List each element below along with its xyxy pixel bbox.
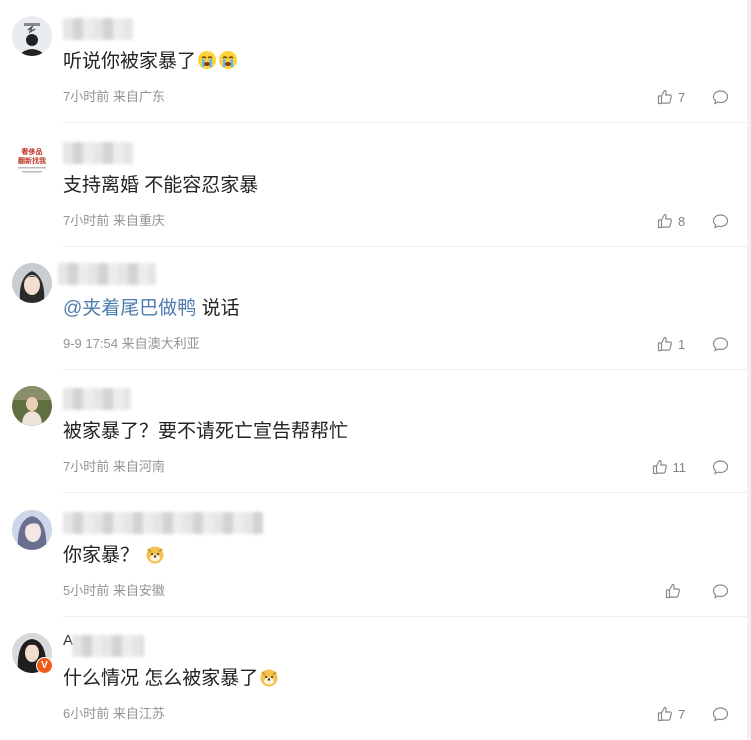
comment-bubble-icon (712, 336, 729, 352)
comment-text: 听说你被家暴了 (63, 49, 238, 75)
comment-actions: 7 (657, 704, 729, 724)
redacted-username (63, 18, 133, 40)
like-button[interactable]: 1 (657, 336, 686, 352)
comment-bubble-icon (712, 583, 729, 599)
redacted-username (63, 142, 133, 164)
redacted-username (58, 263, 156, 285)
like-button[interactable]: 7 (657, 706, 686, 722)
thumbs-up-icon (657, 89, 672, 105)
crying-face-icon (198, 51, 217, 69)
comment-actions: 7 (657, 87, 729, 107)
comment-actions: 11 (652, 457, 730, 477)
comment-bubble-icon (712, 213, 729, 229)
comment-meta: 9-9 17:54 来自澳大利亚 (63, 335, 200, 353)
comment-item: 听说你被家暴了 7小时前 来自广东 7 (0, 0, 747, 123)
comment-actions: 8 (657, 211, 729, 231)
like-button[interactable] (665, 583, 694, 599)
comment-meta: 7小时前 来自广东 (63, 88, 165, 106)
comment-time: 6小时前 (63, 706, 110, 721)
scrollbar[interactable] (747, 0, 751, 739)
comment-body: 支持离婚 不能容忍家暴 (63, 175, 259, 196)
comment-location: 来自江苏 (112, 706, 165, 721)
divider (63, 492, 747, 493)
like-button[interactable]: 8 (657, 213, 686, 229)
like-button[interactable]: 11 (652, 459, 687, 475)
comment-body: 听说你被家暴了 (63, 51, 197, 72)
comment-time: 9-9 17:54 (63, 336, 118, 351)
comment-item: A 什么情况 怎么被家暴了 6小时前 来自江苏 7 (0, 617, 747, 740)
comment-text: @夹着尾巴做鸭 说话 (63, 296, 240, 322)
comment-actions: 1 (657, 334, 729, 354)
like-count: 7 (678, 89, 686, 105)
comment-text: 被家暴了？要不请死亡宣告帮帮忙 (63, 419, 348, 445)
comment-body: 被家暴了？要不请死亡宣告帮帮忙 (63, 421, 349, 442)
divider (63, 122, 747, 123)
comment-item: 奢侈品 翻新找我 支持离婚 不能容忍家暴 7小时前 来自重庆 8 (0, 124, 747, 247)
comment-location: 来自澳大利亚 (121, 336, 200, 351)
comment-meta: 7小时前 来自河南 (63, 458, 165, 476)
reply-button[interactable] (712, 583, 729, 600)
doge-icon (146, 546, 164, 564)
like-count: 7 (678, 706, 686, 722)
comment-bubble-icon (712, 459, 729, 475)
comment-body: 说话 (201, 298, 240, 319)
reply-button[interactable] (712, 89, 729, 106)
comment-time: 5小时前 (63, 583, 110, 598)
comment-meta: 6小时前 来自江苏 (63, 705, 165, 723)
comment-item: 被家暴了？要不请死亡宣告帮帮忙 7小时前 来自河南 11 (0, 370, 747, 493)
thumbs-up-icon (657, 336, 672, 352)
like-button[interactable]: 7 (657, 89, 686, 105)
like-count: 8 (678, 213, 686, 229)
comment-item: @夹着尾巴做鸭 说话 9-9 17:54 来自澳大利亚 1 (0, 247, 747, 370)
comment-location: 来自重庆 (112, 213, 165, 228)
comment-time: 7小时前 (63, 459, 110, 474)
thumbs-up-icon (665, 583, 680, 599)
comment-item: 你家暴？ 5小时前 来自安徽 (0, 494, 747, 617)
comment-meta: 7小时前 来自重庆 (63, 212, 165, 230)
comment-meta: 5小时前 来自安徽 (63, 582, 165, 600)
like-count: 1 (678, 336, 686, 352)
thumbs-up-icon (652, 459, 667, 475)
reply-button[interactable] (712, 213, 729, 230)
redacted-username (72, 635, 144, 657)
avatar-logo-text-line1: 奢侈品 (21, 147, 43, 156)
avatar[interactable] (12, 510, 52, 550)
verified-badge: V (36, 657, 53, 674)
reply-button[interactable] (712, 336, 729, 353)
thumbs-up-icon (657, 706, 672, 722)
reply-button[interactable] (712, 706, 729, 723)
comment-time: 7小时前 (63, 213, 110, 228)
reply-button[interactable] (712, 459, 729, 476)
redacted-username (63, 512, 263, 534)
comment-text: 什么情况 怎么被家暴了 (63, 666, 279, 692)
doge-icon (260, 669, 278, 687)
comment-time: 7小时前 (63, 89, 110, 104)
avatar[interactable] (12, 16, 52, 56)
comment-text: 你家暴？ (63, 543, 165, 569)
comment-location: 来自安徽 (112, 583, 165, 598)
comment-body: 什么情况 怎么被家暴了 (63, 668, 259, 689)
comment-bubble-icon (712, 706, 729, 722)
comment-body: 你家暴？ (63, 545, 140, 566)
svg-text:翻新找我: 翻新找我 (18, 156, 46, 165)
comment-text: 支持离婚 不能容忍家暴 (63, 173, 258, 199)
comment-location: 来自广东 (112, 89, 165, 104)
crying-face-icon (219, 51, 238, 69)
like-count: 11 (672, 459, 687, 475)
avatar[interactable] (12, 386, 52, 426)
avatar[interactable]: 奢侈品 翻新找我 (12, 140, 52, 180)
avatar[interactable] (12, 263, 52, 303)
redacted-username (63, 388, 131, 410)
comment-actions (665, 581, 729, 601)
comment-location: 来自河南 (112, 459, 165, 474)
comment-bubble-icon (712, 89, 729, 105)
thumbs-up-icon (657, 213, 672, 229)
mention-link[interactable]: @夹着尾巴做鸭 (63, 298, 196, 319)
